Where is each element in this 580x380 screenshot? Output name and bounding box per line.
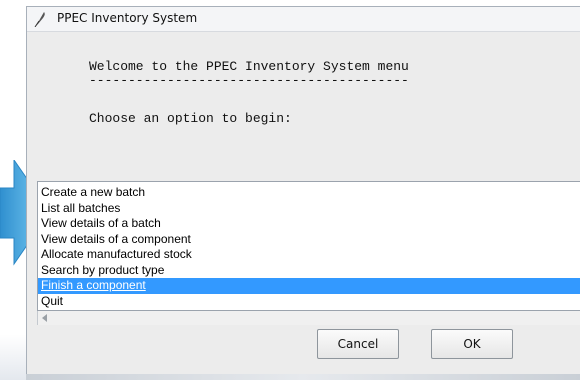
cancel-button[interactable]: Cancel xyxy=(317,329,399,359)
options-listbox[interactable]: Create a new batch List all batches View… xyxy=(37,181,580,311)
feather-icon xyxy=(34,12,45,27)
list-item-view-batch[interactable]: View details of a batch xyxy=(38,216,580,232)
list-item-create-batch[interactable]: Create a new batch xyxy=(38,185,580,201)
window-title: PPEC Inventory System xyxy=(57,11,198,25)
welcome-text: Welcome to the PPEC Inventory System men… xyxy=(89,59,409,74)
list-item-quit[interactable]: Quit xyxy=(38,294,580,310)
scroll-left-arrow-icon[interactable] xyxy=(42,314,47,322)
list-item-list-batches[interactable]: List all batches xyxy=(38,201,580,217)
list-item-allocate-stock[interactable]: Allocate manufactured stock xyxy=(38,247,580,263)
title-bar[interactable]: PPEC Inventory System xyxy=(27,7,580,32)
divider-text: ----------------------------------------… xyxy=(89,73,409,88)
message-area: Welcome to the PPEC Inventory System men… xyxy=(37,39,580,179)
list-item-view-component[interactable]: View details of a component xyxy=(38,232,580,248)
prompt-text: Choose an option to begin: xyxy=(89,111,292,126)
ok-button[interactable]: OK xyxy=(431,329,513,359)
dialog-window: PPEC Inventory System Welcome to the PPE… xyxy=(26,6,580,376)
horizontal-scrollbar[interactable] xyxy=(37,311,580,325)
window-shadow xyxy=(26,374,580,380)
list-item-finish-component[interactable]: Finish a component xyxy=(38,278,580,294)
list-item-search-product[interactable]: Search by product type xyxy=(38,263,580,279)
